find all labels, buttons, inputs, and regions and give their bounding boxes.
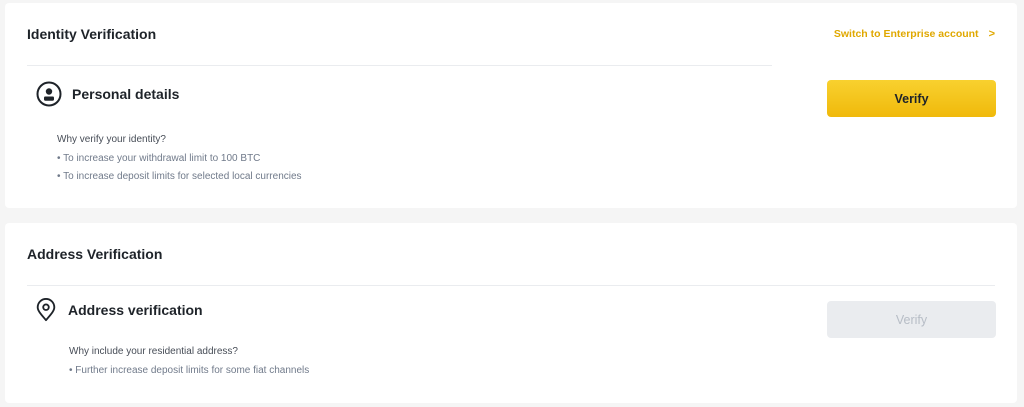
- address-why-question: Why include your residential address?: [69, 346, 238, 357]
- address-divider: [27, 285, 995, 286]
- map-pin-icon: [36, 298, 56, 322]
- switch-enterprise-label: Switch to Enterprise account: [833, 28, 979, 40]
- identity-verify-button[interactable]: Verify: [827, 80, 996, 117]
- address-card-header: Address Verification: [27, 223, 995, 285]
- identity-benefit-item: • To increase your withdrawal limit to 1…: [57, 153, 261, 164]
- identity-verification-card: Identity Verification Switch to Enterpri…: [5, 3, 1017, 208]
- user-circle-icon: [36, 81, 62, 107]
- address-verification-title: Address verification: [68, 302, 203, 318]
- address-info: Why include your residential address? • …: [69, 346, 309, 383]
- switch-enterprise-link[interactable]: Switch to Enterprise account >: [834, 28, 995, 40]
- address-card-title: Address Verification: [27, 246, 163, 262]
- identity-divider: [27, 65, 772, 66]
- address-verification-card: Address Verification Address verificatio…: [5, 223, 1017, 403]
- chevron-right-icon: >: [988, 28, 995, 40]
- address-verify-button[interactable]: Verify: [827, 301, 996, 338]
- identity-card-header: Identity Verification Switch to Enterpri…: [27, 3, 995, 65]
- identity-benefit-item: • To increase deposit limits for selecte…: [57, 171, 302, 182]
- address-verification-header: Address verification: [34, 297, 203, 323]
- address-benefit-item: • Further increase deposit limits for so…: [69, 365, 310, 376]
- identity-card-title: Identity Verification: [27, 26, 157, 42]
- identity-info: Why verify your identity? • To increase …: [57, 134, 302, 189]
- identity-why-question: Why verify your identity?: [57, 134, 166, 145]
- personal-details-header: Personal details: [36, 81, 179, 107]
- personal-details-title: Personal details: [72, 86, 180, 102]
